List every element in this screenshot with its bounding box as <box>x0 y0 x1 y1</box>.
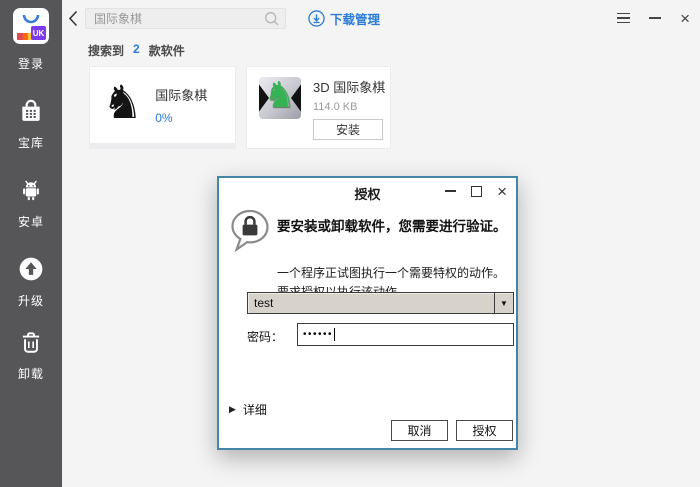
download-manager-label: 下载管理 <box>330 9 380 28</box>
knight-icon: ♞ <box>102 77 143 127</box>
back-button[interactable] <box>68 10 82 27</box>
cancel-button[interactable]: 取消 <box>391 420 448 441</box>
authorization-dialog: 授权 × 要安装或卸载软件，您需要进行验证。 一个程序正试图执行一个需要特权的动… <box>217 176 518 450</box>
app-window: UK 登录 宝库 <box>0 0 700 487</box>
app-card-chess[interactable]: ♞ 国际象棋 0% <box>90 67 235 148</box>
search-box <box>85 8 286 29</box>
app-card-3d-chess[interactable]: ♞ 3D 国际象棋 114.0 KB 安装 <box>247 67 390 148</box>
search-results-summary: 搜索到 2 款软件 <box>88 42 185 59</box>
hamburger-menu-icon[interactable] <box>617 13 630 24</box>
install-button[interactable]: 安装 <box>313 119 383 140</box>
results-suffix: 款软件 <box>149 42 185 59</box>
password-masked-value: •••••• <box>303 329 333 340</box>
sidebar-item-upgrade[interactable]: 升级 <box>0 256 62 309</box>
details-label: 详细 <box>243 401 267 418</box>
sidebar: UK 登录 宝库 <box>0 0 62 487</box>
upgrade-circle-icon <box>18 256 44 287</box>
search-icon <box>264 11 280 27</box>
login-label: 登录 <box>18 55 44 72</box>
results-prefix: 搜索到 <box>88 42 124 59</box>
store-bag-icon <box>18 98 44 129</box>
app-title: 国际象棋 <box>155 85 207 104</box>
app-title: 3D 国际象棋 <box>313 77 385 96</box>
minimize-icon[interactable] <box>649 17 661 19</box>
window-controls: × <box>617 9 690 27</box>
sidebar-item-store[interactable]: 宝库 <box>0 98 62 151</box>
identity-select[interactable]: test ▼ <box>247 292 514 314</box>
sidebar-item-uninstall[interactable]: 卸载 <box>0 329 62 382</box>
chevron-down-icon: ▼ <box>500 299 508 308</box>
details-expander[interactable]: ▶ 详细 <box>229 401 267 418</box>
download-circle-icon <box>308 10 325 27</box>
combo-dropdown-button[interactable]: ▼ <box>494 293 513 313</box>
dialog-heading: 要安装或卸载软件，您需要进行验证。 <box>277 218 507 236</box>
lock-bubble-icon <box>227 208 273 259</box>
dialog-titlebar: 授权 × <box>219 178 516 204</box>
password-label: 密码： <box>247 328 283 345</box>
sidebar-item-android[interactable]: 安卓 <box>0 177 62 230</box>
svg-text:UK: UK <box>33 29 45 38</box>
authorize-button[interactable]: 授权 <box>456 420 513 441</box>
download-manager-button[interactable]: 下载管理 <box>308 9 380 28</box>
identity-select-value: test <box>248 293 494 313</box>
3d-chess-app-icon: ♞ <box>259 77 301 119</box>
progress-bar <box>90 143 235 148</box>
dialog-maximize-icon[interactable] <box>471 186 482 197</box>
dialog-minimize-icon[interactable] <box>445 190 456 192</box>
sidebar-item-label: 安卓 <box>18 213 44 230</box>
app-size: 114.0 KB <box>313 101 385 113</box>
sidebar-item-label: 宝库 <box>18 134 44 151</box>
text-caret <box>334 328 335 341</box>
triangle-right-icon: ▶ <box>229 404 236 415</box>
android-icon <box>18 177 44 208</box>
sidebar-item-label: 升级 <box>18 292 44 309</box>
chevron-left-icon <box>68 10 78 27</box>
password-input[interactable]: •••••• <box>297 323 514 346</box>
sidebar-item-label: 卸载 <box>18 365 44 382</box>
trash-icon <box>18 329 44 360</box>
password-row: 密码： •••••• <box>247 323 514 347</box>
close-icon[interactable]: × <box>680 10 690 27</box>
download-progress-label: 0% <box>155 111 207 125</box>
search-input[interactable] <box>86 12 264 26</box>
results-count: 2 <box>133 42 140 59</box>
uk-store-logo-icon: UK <box>13 8 49 49</box>
login-button[interactable]: UK 登录 <box>0 8 62 72</box>
dialog-close-icon[interactable]: × <box>497 183 507 200</box>
